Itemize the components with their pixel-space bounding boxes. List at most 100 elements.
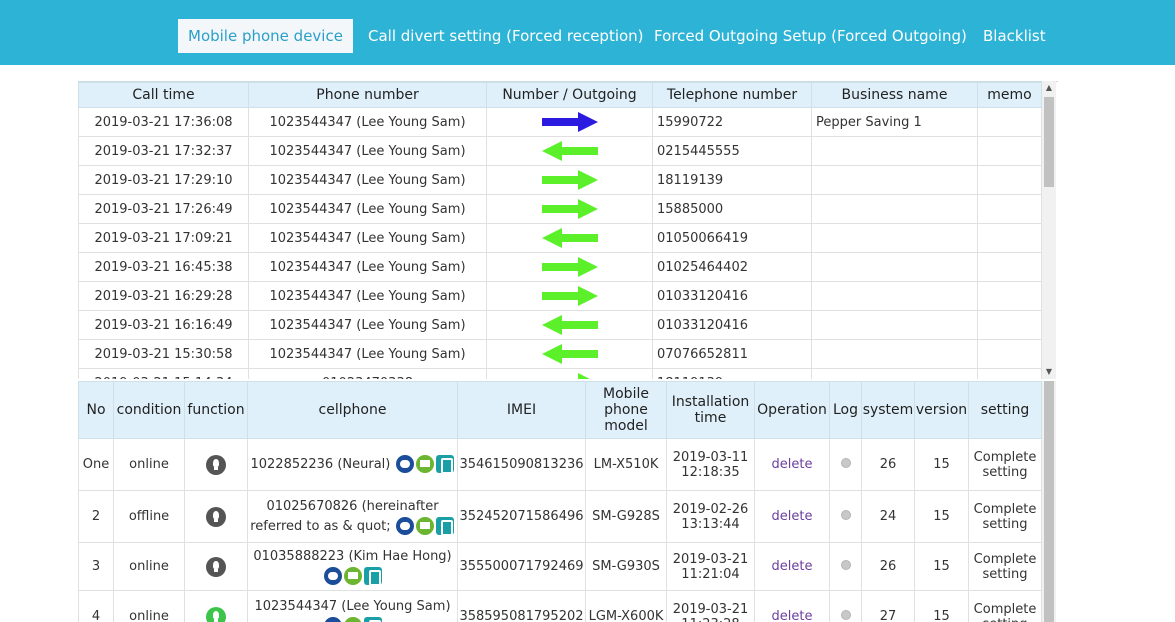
memo-cell (977, 223, 1042, 253)
column-header-operation[interactable]: Operation (754, 381, 830, 439)
direction-cell (486, 136, 653, 166)
call-time-cell: 2019-03-21 16:29:28 (78, 281, 249, 311)
column-header-cellphone[interactable]: cellphone (247, 381, 458, 439)
column-header-version[interactable]: version (914, 381, 969, 439)
device-operation-cell: delete (754, 590, 830, 622)
column-header-imei[interactable]: IMEI (457, 381, 586, 439)
incoming-arrow-icon (541, 141, 598, 161)
column-header-installation-time[interactable]: Installation time (666, 381, 755, 439)
column-header-business-name[interactable]: Business name (811, 82, 978, 108)
install-date: 2019-03-21 (672, 551, 749, 567)
device-setting-cell[interactable]: Completesetting (968, 542, 1042, 591)
memo-cell (977, 310, 1042, 340)
telephone-number-cell: 0215445555 (652, 136, 812, 166)
tab-mobile-phone-device[interactable]: Mobile phone device (178, 19, 353, 53)
column-header-call-time[interactable]: Call time (78, 82, 249, 108)
log-status-dot-icon[interactable] (840, 560, 851, 570)
device-scrollbar[interactable] (1042, 381, 1056, 622)
complete-setting-button[interactable]: Completesetting (970, 552, 1041, 582)
tab-forced-outgoing-setup[interactable]: Forced Outgoing Setup (Forced Outgoing) (654, 19, 967, 53)
delete-link[interactable]: delete (772, 509, 813, 524)
messenger-icon[interactable] (395, 455, 414, 473)
tab-blacklist[interactable]: Blacklist (983, 19, 1046, 53)
device-model-cell: LGM-X600K (585, 590, 667, 622)
contacts-icon[interactable] (363, 567, 382, 586)
call-log-row[interactable]: 2019-03-21 17:26:49 1023544347 (Lee Young… (78, 194, 1042, 224)
cellphone-number: 01035888223 (Kim Hae Hong) (253, 548, 452, 564)
call-log-row[interactable]: 2019-03-21 16:45:38 1023544347 (Lee Young… (78, 252, 1042, 282)
device-setting-cell[interactable]: Completesetting (968, 490, 1042, 543)
telephone-number-cell: 07076652811 (652, 339, 812, 369)
call-log-row[interactable]: 2019-03-21 17:36:08 1023544347 (Lee Young… (78, 107, 1042, 137)
call-log-row[interactable]: 2019-03-21 17:29:10 1023544347 (Lee Young… (78, 165, 1042, 195)
business-name-cell (811, 194, 978, 224)
contacts-icon[interactable] (435, 517, 454, 536)
device-function-cell (184, 438, 248, 491)
device-cellphone-cell: 01025670826 (hereinafter referred to as … (247, 490, 458, 543)
complete-setting-button[interactable]: Completesetting (970, 502, 1041, 532)
messenger-icon[interactable] (323, 567, 342, 585)
messenger-icon[interactable] (323, 617, 342, 622)
outgoing-arrow-icon (541, 257, 598, 277)
column-header-telephone-number[interactable]: Telephone number (652, 82, 812, 108)
memo-cell (977, 107, 1042, 137)
log-status-dot-icon[interactable] (840, 610, 851, 620)
column-header-setting[interactable]: setting (968, 381, 1042, 439)
setting-label-line2: setting (982, 566, 1028, 582)
device-panel: No condition function cellphone IMEI Mob… (78, 381, 1058, 622)
column-header-phone-number[interactable]: Phone number (248, 82, 487, 108)
device-setting-cell[interactable]: Completesetting (968, 438, 1042, 491)
call-log-row[interactable]: 2019-03-21 16:16:49 1023544347 (Lee Young… (78, 310, 1042, 340)
delete-link[interactable]: delete (772, 559, 813, 574)
device-setting-cell[interactable]: Completesetting (968, 590, 1042, 622)
column-header-no[interactable]: No (78, 381, 114, 439)
device-scroll-thumb[interactable] (1044, 381, 1054, 622)
lightbulb-icon[interactable] (206, 606, 226, 622)
device-row[interactable]: One online 1022852236 (Neural) 35461509081… (78, 438, 1042, 491)
device-row[interactable]: 3 online 01035888223 (Kim Hae Hong) 355500… (78, 542, 1042, 591)
log-status-dot-icon[interactable] (840, 458, 851, 468)
log-status-dot-icon[interactable] (840, 510, 851, 520)
call-log-row[interactable]: 2019-03-21 17:09:21 1023544347 (Lee Young… (78, 223, 1042, 253)
call-log-scrollbar[interactable]: ▲ ▼ (1042, 81, 1056, 379)
call-log-row[interactable]: 2019-03-21 17:32:37 1023544347 (Lee Young… (78, 136, 1042, 166)
complete-setting-button[interactable]: Completesetting (970, 602, 1041, 622)
scroll-thumb[interactable] (1044, 97, 1054, 187)
message-icon[interactable] (415, 455, 434, 473)
delete-link[interactable]: delete (772, 457, 813, 472)
message-icon[interactable] (415, 517, 434, 535)
scroll-up-arrow-icon[interactable]: ▲ (1042, 81, 1056, 95)
lightbulb-icon[interactable] (206, 506, 226, 527)
install-time-value: 2019-03-2111:23:28 (668, 602, 754, 622)
memo-cell (977, 194, 1042, 224)
lightbulb-icon[interactable] (206, 454, 226, 475)
phone-number-cell: 1023544347 (Lee Young Sam) (248, 281, 487, 311)
contacts-icon[interactable] (363, 617, 382, 622)
column-header-direction[interactable]: Number / Outgoing (486, 82, 653, 108)
column-header-memo[interactable]: memo (977, 82, 1042, 108)
contacts-icon[interactable] (435, 455, 454, 474)
message-icon[interactable] (343, 617, 362, 622)
message-icon[interactable] (343, 567, 362, 585)
scroll-down-arrow-icon[interactable]: ▼ (1042, 365, 1056, 379)
column-header-condition[interactable]: condition (113, 381, 185, 439)
column-header-function[interactable]: function (184, 381, 248, 439)
call-log-row[interactable]: 2019-03-21 15:30:58 1023544347 (Lee Young… (78, 339, 1042, 369)
device-row[interactable]: 4 online 1023544347 (Lee Young Sam) 358595… (78, 590, 1042, 622)
business-name-cell (811, 223, 978, 253)
direction-cell (486, 368, 653, 379)
tab-call-divert-setting[interactable]: Call divert setting (Forced reception) (368, 19, 644, 53)
lightbulb-icon[interactable] (206, 556, 226, 577)
column-header-system[interactable]: system (861, 381, 915, 439)
device-row[interactable]: 2 offline 01025670826 (hereinafter referre… (78, 490, 1042, 543)
column-header-log[interactable]: Log (829, 381, 862, 439)
delete-link[interactable]: delete (772, 609, 813, 622)
call-log-row[interactable]: 2019-03-21 15:14:3401023470338 18119139 (78, 368, 1042, 379)
call-log-row[interactable]: 2019-03-21 16:29:28 1023544347 (Lee Young… (78, 281, 1042, 311)
call-log-panel: Call time Phone number Number / Outgoing… (78, 81, 1058, 379)
call-time-cell: 2019-03-21 15:30:58 (78, 339, 249, 369)
column-header-model[interactable]: Mobile phone model (585, 381, 667, 439)
complete-setting-button[interactable]: Completesetting (970, 450, 1041, 480)
messenger-icon[interactable] (395, 517, 414, 535)
device-no-cell: 4 (78, 590, 114, 622)
